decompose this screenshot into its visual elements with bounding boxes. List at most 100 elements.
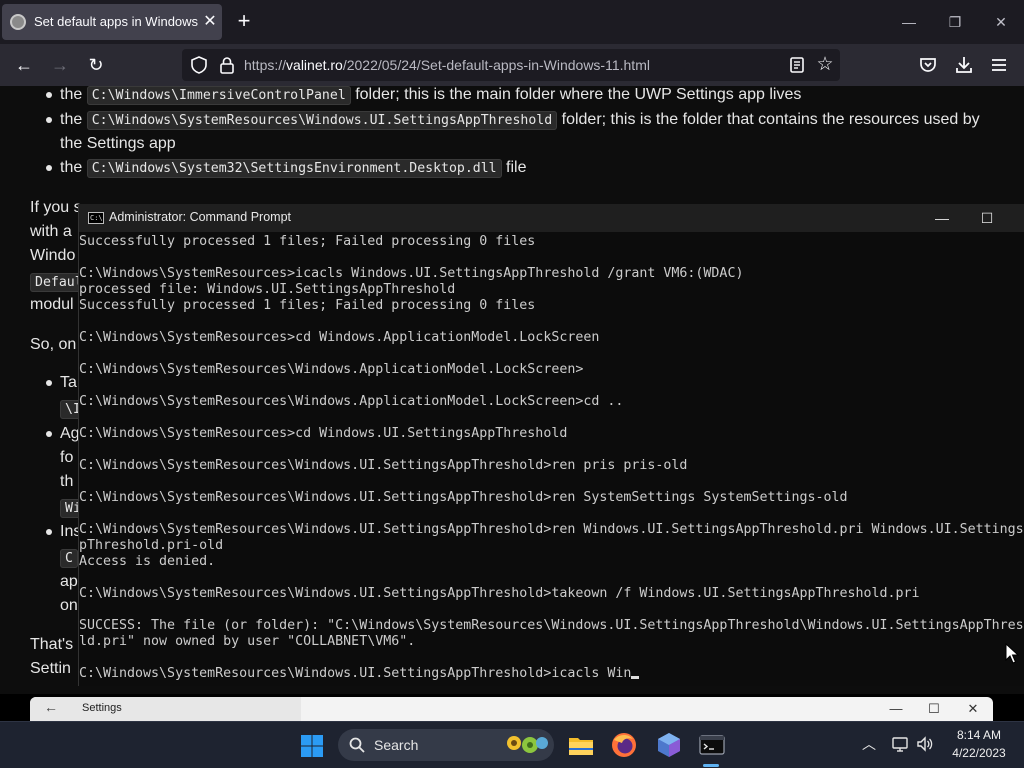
settings-minimize-button[interactable]: —	[886, 699, 906, 719]
browser-nav-bar: ← → ↻ https://valinet.ro/2022/05/24/Set-…	[0, 44, 1024, 86]
cmd-title-bar[interactable]: C:\ Administrator: Command Prompt — ☐	[79, 204, 1024, 232]
terminal-line: C:\Windows\SystemResources>cd Windows.Ap…	[79, 330, 600, 345]
list-item-text: folder; this is the folder that contains…	[557, 111, 980, 128]
pocket-icon[interactable]	[918, 55, 938, 75]
terminal-line: C:\Windows\SystemResources\Windows.UI.Se…	[79, 458, 688, 473]
cmd-maximize-button[interactable]: ☐	[975, 208, 999, 228]
terminal-caret	[631, 676, 640, 679]
terminal-line: SUCCESS: The file (or folder): "C:\Windo…	[79, 618, 1024, 633]
terminal-line: C:\Windows\SystemResources\Windows.UI.Se…	[79, 522, 1024, 537]
forward-button[interactable]: →	[48, 53, 72, 77]
reader-view-icon[interactable]	[788, 56, 806, 74]
url-path: /2022/05/24/Set-default-apps-in-Windows-…	[342, 57, 650, 73]
bullet-dot	[46, 117, 52, 123]
cmd-minimize-button[interactable]: —	[930, 208, 954, 228]
url-prefix: https://	[244, 57, 287, 73]
browser-restore-button[interactable]: ❐	[943, 12, 967, 32]
visual-studio-icon[interactable]	[654, 730, 684, 760]
address-bar[interactable]: https://valinet.ro/2022/05/24/Set-defaul…	[182, 49, 840, 81]
settings-window-title: Settings	[82, 702, 122, 714]
terminal-line: C:\Windows\SystemResources\Windows.Appli…	[79, 394, 624, 409]
terminal-prompt-line[interactable]: C:\Windows\SystemResources\Windows.UI.Se…	[79, 666, 640, 682]
tracking-protection-shield-icon[interactable]	[190, 56, 208, 74]
cmd-window-title: Administrator: Command Prompt	[109, 210, 292, 224]
clock-time[interactable]: 8:14 AM	[944, 728, 1014, 742]
tab-title: Set default apps in Windows 11	[34, 14, 198, 29]
list-item-text: the	[60, 86, 87, 103]
list-item-fragment: fo	[60, 449, 74, 466]
site-favicon-icon	[10, 14, 26, 30]
paragraph-fragment: Windo	[30, 247, 76, 264]
lock-icon[interactable]	[218, 56, 236, 74]
paragraph-fragment: If you s	[30, 199, 82, 216]
terminal-line: C:\Windows\SystemResources>icacls Window…	[79, 266, 744, 281]
downloads-icon[interactable]	[954, 55, 974, 75]
bookmark-star-icon[interactable]: ☆	[814, 54, 836, 76]
bullet-dot	[46, 92, 52, 98]
list-item-text: the	[60, 159, 87, 176]
menu-hamburger-icon[interactable]	[990, 56, 1008, 74]
terminal-line: C:\Windows\SystemResources\Windows.Appli…	[79, 362, 584, 377]
terminal-line: processed file: Windows.UI.SettingsAppTh…	[79, 282, 456, 297]
browser-minimize-button[interactable]: —	[897, 12, 921, 32]
url-host: valinet.ro	[286, 57, 343, 73]
file-explorer-icon[interactable]	[566, 730, 596, 760]
volume-icon[interactable]	[916, 736, 934, 752]
list-item-text: the	[60, 111, 87, 128]
firefox-icon[interactable]	[609, 730, 639, 760]
terminal-line: Access is denied.	[79, 554, 216, 569]
clock-date[interactable]: 4/22/2023	[944, 746, 1014, 760]
search-highlight-flowers-icon	[507, 736, 548, 753]
paragraph-fragment: modul	[30, 296, 74, 313]
show-hidden-icons-chevron-icon[interactable]: ︿	[861, 736, 877, 752]
paragraph-fragment: with a	[30, 223, 72, 240]
list-item: the C:\Windows\ImmersiveControlPanel fol…	[60, 86, 801, 108]
terminal-line: C:\Windows\SystemResources>cd Windows.UI…	[79, 426, 568, 441]
list-item: the C:\Windows\System32\SettingsEnvironm…	[60, 156, 527, 181]
settings-maximize-button[interactable]: ☐	[924, 699, 944, 719]
settings-window[interactable]: ← Settings — ☐ ✕	[30, 697, 993, 721]
reload-button[interactable]: ↻	[84, 53, 108, 77]
list-item-text: file	[501, 159, 527, 176]
list-item: the C:\Windows\SystemResources\Windows.U…	[60, 108, 980, 133]
terminal-output[interactable]: Successfully processed 1 files; Failed p…	[79, 234, 1024, 686]
bullet-dot	[46, 380, 52, 386]
terminal-line: Successfully processed 1 files; Failed p…	[79, 234, 536, 249]
settings-back-button[interactable]: ←	[44, 699, 58, 715]
list-item-text: folder; this is the main folder where th…	[350, 86, 802, 103]
paragraph-fragment: Settin	[30, 660, 71, 677]
command-prompt-window[interactable]: C:\ Administrator: Command Prompt — ☐ Su…	[78, 204, 1024, 686]
bullet-dot	[46, 165, 52, 171]
taskbar-search-box[interactable]: Search	[338, 729, 554, 761]
list-item-fragment: Ta	[60, 374, 77, 391]
search-icon	[349, 737, 365, 753]
search-label: Search	[374, 737, 419, 753]
terminal-line: Successfully processed 1 files; Failed p…	[79, 298, 536, 313]
terminal-line: C:\Windows\SystemResources\Windows.UI.Se…	[79, 490, 848, 505]
settings-title-left	[30, 697, 301, 721]
back-button[interactable]: ←	[12, 53, 36, 77]
inline-code: C:\Windows\System32\SettingsEnvironment.…	[86, 159, 502, 178]
list-item-fragment: Ag	[60, 425, 80, 442]
settings-close-button[interactable]: ✕	[963, 699, 983, 719]
browser-close-button[interactable]: ✕	[989, 12, 1013, 32]
list-item-fragment: ap	[60, 573, 78, 590]
inline-code: C:\Windows\ImmersiveControlPanel	[86, 86, 351, 105]
terminal-input-text: C:\Windows\SystemResources\Windows.UI.Se…	[79, 666, 632, 681]
url-text[interactable]: https://valinet.ro/2022/05/24/Set-defaul…	[244, 57, 650, 73]
list-item-fragment: C	[60, 546, 78, 571]
terminal-line: ld.pri" now owned by user "COLLABNET\VM6…	[79, 634, 416, 649]
cmd-app-icon: C:\	[88, 212, 104, 224]
network-icon[interactable]	[892, 736, 910, 752]
list-item-fragment: on	[60, 597, 78, 614]
bullet-dot	[46, 431, 52, 437]
command-prompt-taskbar-icon[interactable]	[697, 730, 727, 760]
terminal-line: C:\Windows\SystemResources\Windows.UI.Se…	[79, 586, 920, 601]
paragraph-fragment: So, on	[30, 336, 77, 353]
paragraph-fragment: That's	[30, 636, 74, 653]
terminal-line: pThreshold.pri-old	[79, 538, 224, 553]
new-tab-button[interactable]: +	[232, 10, 256, 34]
tab-close-icon[interactable]: ✕	[200, 12, 220, 32]
windows-start-icon[interactable]	[300, 734, 324, 758]
browser-tab[interactable]: Set default apps in Windows 11 ✕	[2, 4, 222, 40]
